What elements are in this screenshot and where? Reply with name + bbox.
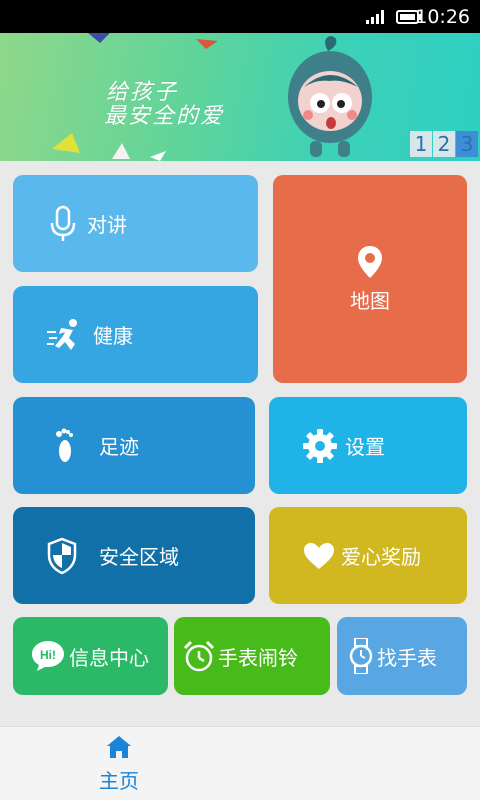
chat-hi-icon: Hi! bbox=[32, 641, 64, 671]
love-reward-button[interactable]: 爱心奖励 bbox=[269, 507, 467, 604]
confetti-decoration bbox=[52, 33, 218, 161]
bottom-nav: 主页 bbox=[0, 726, 480, 800]
message-center-button[interactable]: Hi! 信息中心 bbox=[13, 617, 168, 695]
tab-home[interactable]: 主页 bbox=[88, 735, 150, 794]
tab-home-label: 主页 bbox=[99, 769, 139, 793]
running-icon bbox=[47, 318, 77, 350]
signal-icon bbox=[366, 10, 384, 24]
health-label: 健康 bbox=[93, 324, 133, 348]
banner-pager: 1 2 3 bbox=[409, 131, 478, 157]
watch-alarm-button[interactable]: 手表闹铃 bbox=[174, 617, 330, 695]
footprint-label: 足迹 bbox=[99, 435, 139, 459]
map-label: 地图 bbox=[350, 288, 390, 313]
message-center-label: 信息中心 bbox=[69, 645, 149, 670]
find-watch-label: 找手表 bbox=[377, 645, 437, 670]
home-icon bbox=[107, 736, 131, 758]
clock-time: 10:26 bbox=[415, 6, 470, 28]
watch-alarm-label: 手表闹铃 bbox=[218, 645, 298, 670]
location-pin-icon bbox=[358, 245, 382, 278]
intercom-button[interactable]: 对讲 bbox=[13, 175, 258, 272]
pager-dot-3[interactable]: 3 bbox=[456, 131, 478, 157]
svg-text:Hi!: Hi! bbox=[40, 648, 56, 662]
settings-label: 设置 bbox=[345, 435, 385, 459]
map-button[interactable]: 地图 bbox=[273, 175, 467, 383]
shield-icon bbox=[47, 537, 77, 574]
alarm-clock-icon bbox=[183, 640, 215, 672]
slogan-line-2: 最安全的爱 bbox=[104, 104, 225, 129]
intercom-label: 对讲 bbox=[87, 213, 127, 237]
health-button[interactable]: 健康 bbox=[13, 286, 258, 383]
status-bar: 10:26 bbox=[0, 0, 480, 33]
pager-dot-1[interactable]: 1 bbox=[410, 131, 432, 157]
safe-zone-button[interactable]: 安全区域 bbox=[13, 507, 255, 604]
find-watch-button[interactable]: 找手表 bbox=[337, 617, 467, 695]
safe-zone-label: 安全区域 bbox=[99, 545, 179, 569]
promo-banner[interactable]: 给孩子 最安全的爱 1 2 3 bbox=[0, 33, 480, 161]
love-reward-label: 爱心奖励 bbox=[341, 545, 421, 569]
footprint-icon bbox=[56, 428, 73, 462]
slogan-line-1: 给孩子 bbox=[106, 80, 179, 105]
settings-button[interactable]: 设置 bbox=[269, 397, 467, 494]
gear-icon bbox=[303, 428, 337, 463]
watch-icon bbox=[349, 638, 373, 674]
pager-dot-2[interactable]: 2 bbox=[433, 131, 455, 157]
microphone-icon bbox=[50, 205, 76, 241]
banner-slogan: 给孩子 最安全的爱 bbox=[104, 81, 224, 129]
mascot-image bbox=[288, 36, 372, 157]
footprint-button[interactable]: 足迹 bbox=[13, 397, 255, 494]
heart-icon bbox=[304, 542, 334, 569]
